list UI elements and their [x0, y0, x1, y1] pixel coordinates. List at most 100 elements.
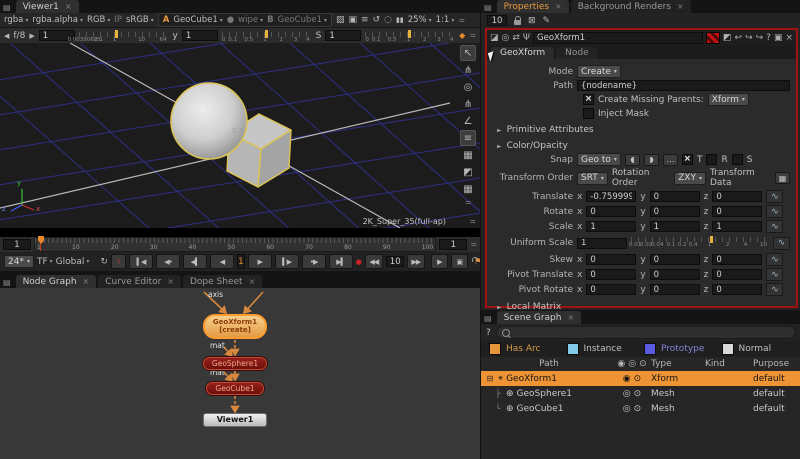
loop-icon[interactable]: ↻ [100, 257, 108, 267]
translate-tool-icon[interactable]: ⋔ [460, 62, 476, 78]
fullscreen-icon[interactable]: ▣ [451, 254, 468, 269]
timeline-ruler[interactable]: 110 2030 4050 6070 8090 100 [34, 237, 436, 252]
collapse-tools-icon[interactable]: ≍ [465, 198, 472, 207]
timeline-mode-dropdown[interactable]: TF [37, 257, 53, 267]
close-icon[interactable]: × [83, 278, 90, 286]
panel-menu-icon[interactable]: ▤ [3, 3, 11, 12]
rotate-curve-button[interactable]: ∿ [766, 205, 783, 218]
input-process-toggle[interactable]: IP [114, 15, 122, 25]
help-icon[interactable]: ? [766, 33, 771, 43]
panel-menu-icon[interactable]: ▤ [484, 3, 492, 12]
fstop-prev-icon[interactable]: ◀ [4, 32, 9, 40]
color-sample-icon[interactable]: ◆ [459, 31, 465, 40]
column-purpose[interactable]: Purpose [753, 359, 797, 369]
pause-icon[interactable]: ▮▮ [396, 16, 404, 24]
jump-forward-button[interactable]: ▶▶ [407, 254, 425, 269]
node-color-icon[interactable]: ◪ [490, 33, 499, 43]
proxy-icon[interactable]: ▨ [336, 15, 345, 25]
switch-icon[interactable]: ⇄ [512, 33, 520, 43]
tab-dope-sheet[interactable]: Dope Sheet × [183, 275, 262, 288]
play-forward-button[interactable]: ▶ [248, 254, 272, 269]
colorspace-dropdown[interactable]: sRGB [126, 15, 154, 25]
range-out-input[interactable] [439, 239, 467, 250]
node-geosphere1[interactable]: GeoSphere1 [203, 357, 267, 370]
display-mode-icon[interactable]: ≡ [460, 130, 476, 146]
skew-curve-button[interactable]: ∿ [766, 253, 783, 266]
fstop-next-icon[interactable]: ▶ [29, 32, 34, 40]
skew-y-input[interactable] [650, 254, 700, 265]
skew-tool-icon[interactable]: ∠ [460, 113, 476, 129]
node-viewer1[interactable]: Viewer1 [203, 413, 267, 427]
column-path[interactable]: Path [485, 359, 613, 369]
fps-dropdown[interactable]: 24* [4, 255, 34, 268]
close-icon[interactable]: × [167, 278, 174, 286]
stack-icon[interactable]: ≡ [361, 15, 369, 25]
pivot-translate-curve-button[interactable]: ∿ [766, 268, 783, 281]
gain-slider[interactable]: 0.00390625 0.1 1 10 64 [79, 30, 169, 42]
parent-type-dropdown[interactable]: Xform [708, 93, 749, 106]
jump-back-button[interactable]: ◀◀ [365, 254, 383, 269]
float-panel-icon[interactable]: ▣ [774, 33, 783, 43]
tab-node-graph[interactable]: Node Graph × [16, 275, 97, 288]
eye-icon[interactable]: ⊙ [634, 389, 642, 399]
transform-data-button[interactable]: ▦ [775, 172, 790, 184]
eye-icon[interactable]: ⊙ [634, 374, 642, 384]
unlock-icon[interactable] [514, 20, 521, 25]
search-input[interactable] [496, 326, 796, 339]
pivot-rotate-x-input[interactable] [586, 284, 636, 295]
node-name-input[interactable] [533, 32, 703, 44]
goto-start-button[interactable]: ▍◀ [129, 254, 153, 269]
path-input[interactable] [577, 80, 790, 91]
eye-icon[interactable]: ⊙ [639, 359, 647, 369]
tab-node[interactable]: Node [556, 47, 598, 59]
roi-icon[interactable]: ◌ [384, 15, 392, 25]
help-icon[interactable]: ? [486, 328, 491, 338]
input-b-dropdown[interactable]: GeoCube1 [278, 15, 327, 25]
scale-curve-button[interactable]: ∿ [766, 220, 783, 233]
translate-z-input[interactable] [712, 191, 762, 202]
snap-t-checkbox[interactable]: × [682, 154, 693, 165]
scenegraph-row-geosphere1[interactable]: ├ ⊕ GeoSphere1 ◎ ⊙ Mesh default [481, 386, 800, 401]
zoom-dropdown[interactable]: 25% [408, 15, 432, 25]
transform-order-dropdown[interactable]: SRT [577, 172, 608, 185]
prev-keyframe-button[interactable]: ◀• [156, 254, 180, 269]
scenegraph-row-geocube1[interactable]: └ ⊕ GeoCube1 ◎ ⊙ Mesh default [481, 401, 800, 416]
tab-background-renders[interactable]: Background Renders × [571, 0, 691, 13]
tab-curve-editor[interactable]: Curve Editor × [98, 275, 181, 288]
gl-color-swatch-icon[interactable]: ◩ [723, 33, 732, 43]
snap-mode-dropdown[interactable]: Geo to [577, 153, 621, 166]
uniform-scale-input[interactable] [577, 238, 627, 249]
panel-menu-icon[interactable]: ▤ [3, 278, 11, 287]
snap-s-checkbox[interactable] [732, 154, 743, 165]
shading-tool-icon[interactable]: ◩ [460, 164, 476, 180]
translate-x-input[interactable] [586, 191, 636, 202]
display-channel-dropdown[interactable]: RGB [87, 15, 110, 25]
section-color-opacity[interactable]: ► Color/Opacity [497, 141, 796, 151]
node-tile-color-swatch[interactable] [706, 32, 720, 44]
pivot-rotate-curve-button[interactable]: ∿ [766, 283, 783, 296]
rotation-order-dropdown[interactable]: ZXY [674, 172, 706, 185]
collapse-toolbar-icon[interactable]: ≍ [458, 16, 465, 25]
translate-y-input[interactable] [650, 191, 700, 202]
expander-icon[interactable]: ⊟ [485, 374, 495, 383]
wipe-mode-dropdown[interactable]: wipe [238, 15, 263, 25]
layer-dropdown[interactable]: rgba.alpha [32, 15, 83, 25]
goto-end-button[interactable]: ▶▍ [329, 254, 353, 269]
current-frame-display[interactable]: 1 [237, 254, 245, 269]
skew-x-input[interactable] [586, 254, 636, 265]
tab-viewer1[interactable]: Viewer1 × [16, 0, 79, 13]
collapse-viewport-icon[interactable]: ≍ [469, 217, 476, 226]
tab-geoxform[interactable]: GeoXform [491, 47, 554, 59]
undo-icon[interactable]: ↩ [735, 33, 743, 43]
eye-icon[interactable]: ⊙ [634, 404, 642, 414]
input-a-dropdown[interactable]: GeoCube1 [173, 15, 222, 25]
close-icon[interactable]: × [677, 3, 684, 11]
viewport-3d[interactable]: y x z 0.1 2K_Super_35(full-ap) ≍ ↖ ⋔ ◎ ⋔… [0, 43, 480, 228]
snap-options-button[interactable]: … [663, 154, 678, 166]
translate-curve-button[interactable]: ∿ [766, 190, 783, 203]
inject-mask-checkbox[interactable] [583, 108, 594, 119]
center-panel-icon[interactable]: ◎ [502, 33, 510, 43]
panel-menu-icon[interactable]: ▤ [484, 314, 492, 323]
dot-icon[interactable]: ◉ [617, 359, 625, 369]
scale-tool-icon[interactable]: ⋔ [460, 96, 476, 112]
